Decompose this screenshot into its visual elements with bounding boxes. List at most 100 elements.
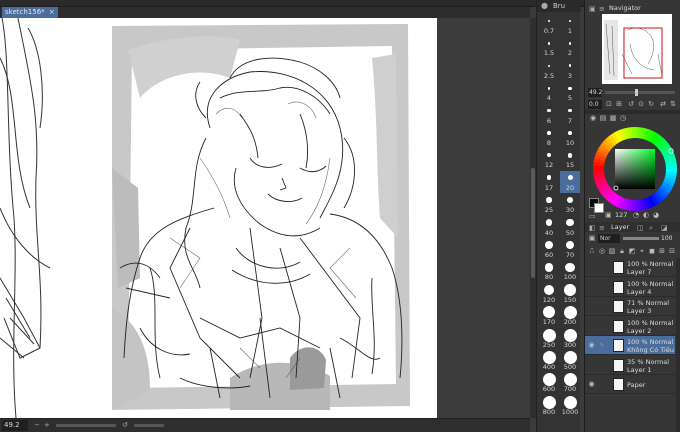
eye-icon[interactable]: ◉: [587, 381, 596, 388]
clip-layer-icon[interactable]: ⎍: [588, 247, 596, 255]
transparent-color-icon[interactable]: ▭: [589, 212, 596, 220]
rotate-left-icon[interactable]: ↺: [627, 100, 635, 108]
brush-size-option[interactable]: 6: [539, 104, 559, 126]
eye-icon[interactable]: [587, 303, 596, 310]
brush-size-option[interactable]: 15: [560, 148, 580, 170]
blend-mode-select[interactable]: Nor: [598, 234, 620, 243]
brush-size-option[interactable]: 400: [539, 350, 559, 372]
navigator-preview[interactable]: [602, 14, 672, 84]
brush-size-option[interactable]: 2.5: [539, 59, 559, 81]
rotate-icon[interactable]: ↺: [122, 422, 130, 429]
ruler-icon[interactable]: ⌖: [638, 247, 646, 255]
brush-size-option[interactable]: 70: [560, 238, 580, 260]
lock-icon[interactable]: [598, 362, 606, 369]
layer-list-scrollbar[interactable]: [676, 258, 680, 432]
lock-icon[interactable]: [598, 381, 606, 388]
lock-icon[interactable]: [598, 264, 606, 271]
color-slider-tab-icon[interactable]: ▤: [599, 115, 607, 122]
brush-size-option[interactable]: 200: [560, 305, 580, 327]
zoom-out-icon[interactable]: −: [34, 422, 42, 429]
panel-menu-icon[interactable]: ≡: [599, 4, 605, 14]
layer-row[interactable]: 71 % Normal Layer 3: [585, 297, 675, 316]
layer-row[interactable]: ◉✎ 100 % NormalKhông Có Tiêu Đề-: [585, 336, 680, 355]
flip-horizontal-icon[interactable]: ⇄: [659, 100, 667, 108]
hsv-mode-icon[interactable]: ▣: [605, 211, 612, 219]
brush-size-option[interactable]: 1: [560, 14, 580, 36]
brush-size-option[interactable]: 3: [560, 59, 580, 81]
brush-size-option[interactable]: 150: [560, 283, 580, 305]
brush-size-option[interactable]: 800: [539, 395, 559, 417]
layer-row[interactable]: ◉ Paper: [585, 375, 675, 394]
zoom-slider[interactable]: [56, 424, 116, 427]
close-tab-icon[interactable]: ×: [49, 7, 55, 18]
layer-row[interactable]: 100 % Normal Layer 2: [585, 317, 675, 336]
scrollbar-thumb[interactable]: [531, 168, 535, 278]
brush-size-option[interactable]: 60: [539, 238, 559, 260]
brush-size-option[interactable]: 600: [539, 372, 559, 394]
layer-property-tab-icon[interactable]: ◫: [637, 223, 644, 233]
layer-row[interactable]: 100 % Normal Layer 7: [585, 258, 675, 277]
navigator-zoom-slider[interactable]: [605, 89, 675, 96]
color-option-icon-1[interactable]: ◔: [633, 211, 639, 219]
brush-size-option[interactable]: 170: [539, 305, 559, 327]
brush-size-option[interactable]: 1000: [560, 395, 580, 417]
lock-transparency-icon[interactable]: ▨: [608, 247, 616, 255]
eye-icon[interactable]: [587, 323, 596, 330]
zoom-fit-icon[interactable]: ⊡: [605, 100, 613, 108]
brush-size-option[interactable]: 8: [539, 126, 559, 148]
rotate-right-icon[interactable]: ↻: [647, 100, 655, 108]
document-tab[interactable]: sketch156* ×: [2, 7, 58, 18]
color-option-icon-3[interactable]: ◕: [653, 211, 659, 219]
color-wheel-graphic[interactable]: [591, 125, 679, 213]
brush-size-option[interactable]: 2: [560, 36, 580, 58]
mask-enable-icon[interactable]: ◩: [628, 247, 636, 255]
opacity-slider[interactable]: [623, 237, 659, 240]
eye-icon[interactable]: [587, 284, 596, 291]
brush-size-option[interactable]: 700: [560, 372, 580, 394]
lock-icon[interactable]: [598, 284, 606, 291]
zoom-in-icon[interactable]: +: [44, 422, 52, 429]
brush-size-option[interactable]: 17: [539, 171, 559, 193]
delete-layer-icon[interactable]: ⊟: [668, 247, 676, 255]
brush-size-option[interactable]: 12: [539, 148, 559, 170]
layer-row[interactable]: 100 % Normal Layer 4: [585, 278, 675, 297]
layer-search-tab-icon[interactable]: ⌕: [649, 223, 653, 233]
brush-size-option[interactable]: 40: [539, 216, 559, 238]
navigator-zoom-field[interactable]: 49.2: [588, 88, 602, 97]
color-option-icon-2[interactable]: ◐: [643, 211, 649, 219]
brush-size-option[interactable]: 80: [539, 260, 559, 282]
lock-icon[interactable]: [598, 303, 606, 310]
brush-size-option[interactable]: 120: [539, 283, 559, 305]
zoom-actual-icon[interactable]: ⊞: [615, 100, 623, 108]
brush-size-option[interactable]: 20: [560, 170, 580, 193]
color-set-tab-icon[interactable]: ▦: [609, 115, 617, 122]
layer-mask-icon[interactable]: ▣: [588, 234, 596, 242]
new-layer-icon[interactable]: ⊞: [658, 247, 666, 255]
canvas-area[interactable]: [0, 18, 530, 418]
lock-layer-icon[interactable]: 🔒︎: [618, 247, 626, 255]
slider-knob[interactable]: [635, 89, 638, 96]
brush-size-option[interactable]: 300: [560, 328, 580, 350]
color-wheel-tab-icon[interactable]: ◉: [589, 115, 597, 122]
brush-size-option[interactable]: 100: [560, 260, 580, 282]
lock-icon[interactable]: ✎: [598, 342, 606, 349]
color-history-tab-icon[interactable]: ◷: [619, 115, 627, 122]
brush-size-option[interactable]: 50: [560, 216, 580, 238]
layer-material-tab-icon[interactable]: ◪: [661, 223, 668, 233]
eye-icon[interactable]: ◉: [587, 342, 596, 349]
eye-icon[interactable]: [587, 264, 596, 271]
lock-icon[interactable]: [598, 323, 606, 330]
reference-layer-icon[interactable]: ◎: [598, 247, 606, 255]
layer-row[interactable]: 35 % Normal Layer 1: [585, 356, 675, 375]
flip-vertical-icon[interactable]: ⇅: [669, 100, 677, 108]
navigator-rotation-field[interactable]: 0.0: [588, 100, 602, 109]
color-wheel[interactable]: [591, 125, 679, 213]
brush-size-option[interactable]: 7: [560, 104, 580, 126]
brush-size-option[interactable]: 30: [560, 193, 580, 215]
brush-size-option[interactable]: 250: [539, 328, 559, 350]
brush-size-option[interactable]: 500: [560, 350, 580, 372]
brush-size-option[interactable]: 25: [539, 193, 559, 215]
eye-icon[interactable]: [587, 362, 596, 369]
brush-size-option[interactable]: 1.5: [539, 36, 559, 58]
reset-rotation-icon[interactable]: ⊙: [637, 100, 645, 108]
